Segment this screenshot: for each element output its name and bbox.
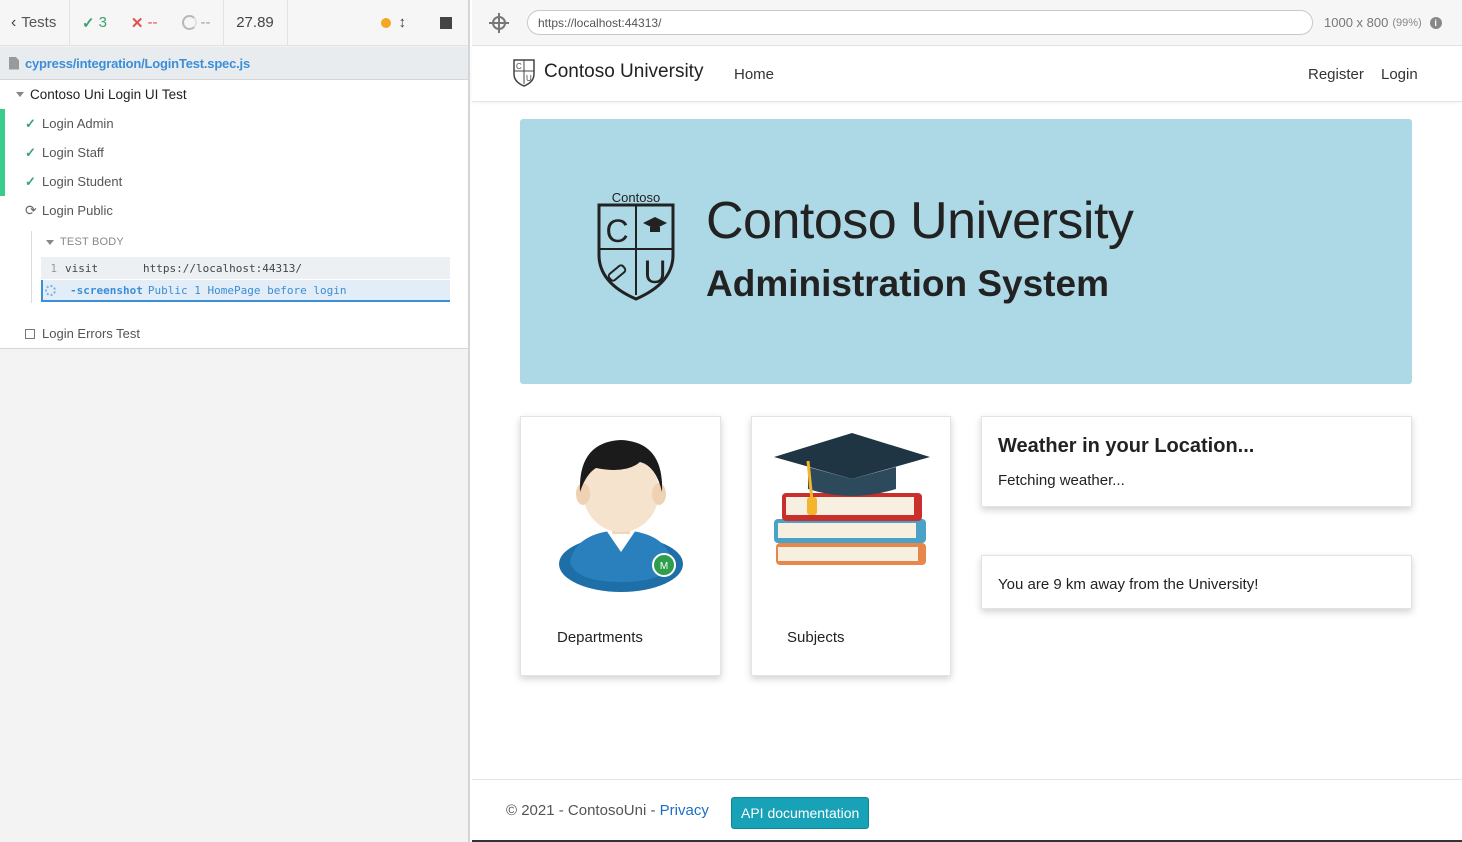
test-label: Login Public xyxy=(42,203,113,218)
brand-link[interactable]: C U Contoso University xyxy=(512,57,703,87)
distance-card: You are 9 km away from the University! xyxy=(981,555,1412,609)
tests-back-button[interactable]: ‹ Tests xyxy=(0,0,70,45)
reporter-header: ‹ Tests ✓ 3 ✕ -- -- 27.89 ↕ xyxy=(0,0,468,46)
loading-spinner-icon xyxy=(45,284,56,296)
test-body-commands: TEST BODY 1 visit https://localhost:4431… xyxy=(31,231,450,303)
info-icon[interactable]: i xyxy=(1429,16,1442,29)
failed-count: -- xyxy=(147,14,158,31)
command-name: -screenshot xyxy=(70,283,143,297)
test-item-login-student[interactable]: ✓ Login Student xyxy=(0,167,468,196)
command-message: Public 1 HomePage before login xyxy=(147,283,347,297)
pending-ring-icon xyxy=(181,15,197,30)
test-item-login-errors[interactable]: Login Errors Test xyxy=(0,319,468,348)
url-bar[interactable]: https://localhost:44313/ xyxy=(527,10,1313,35)
test-body-label: TEST BODY xyxy=(60,236,124,248)
api-documentation-button[interactable]: API documentation xyxy=(731,797,870,829)
test-list: Contoso Uni Login UI Test ✓ Login Admin … xyxy=(0,80,468,349)
test-item-login-public[interactable]: ⟳ Login Public xyxy=(0,196,468,225)
caret-down-icon xyxy=(46,239,54,245)
suite-title-label: Contoso Uni Login UI Test xyxy=(30,87,187,102)
check-icon: ✓ xyxy=(82,14,95,32)
nav-home-link[interactable]: Home xyxy=(734,66,774,83)
app-preview: C U Contoso University Home Register Log… xyxy=(472,47,1462,842)
privacy-link[interactable]: Privacy xyxy=(660,802,709,819)
auto-scroll-icon[interactable]: ↕ xyxy=(399,14,407,31)
running-status-dot-icon xyxy=(380,17,391,28)
run-duration: 27.89 xyxy=(224,0,288,45)
distance-text: You are 9 km away from the University! xyxy=(998,576,1259,593)
command-screenshot[interactable]: -screenshot Public 1 HomePage before log… xyxy=(41,280,450,302)
passed-count: 3 xyxy=(98,14,107,31)
failed-stat[interactable]: ✕ -- xyxy=(119,0,170,45)
user-avatar-icon: M xyxy=(559,440,683,592)
navbar: C U Contoso University Home Register Log… xyxy=(472,47,1462,102)
runner-controls: ↕ xyxy=(370,0,469,45)
test-label: Login Admin xyxy=(42,116,114,131)
test-item-login-admin[interactable]: ✓ Login Admin xyxy=(0,109,468,138)
pending-count: -- xyxy=(200,14,211,31)
command-message: https://localhost:44313/ xyxy=(143,261,302,275)
nav-login-link[interactable]: Login xyxy=(1381,66,1418,83)
suite-title[interactable]: Contoso Uni Login UI Test xyxy=(16,87,187,102)
command-visit[interactable]: 1 visit https://localhost:44313/ xyxy=(41,257,450,279)
passed-stat[interactable]: ✓ 3 xyxy=(70,0,119,45)
departments-card[interactable]: M Departments xyxy=(520,416,721,676)
caret-down-icon xyxy=(16,92,24,97)
svg-text:M: M xyxy=(660,561,668,572)
x-icon: ✕ xyxy=(130,14,144,32)
tests-label: Tests xyxy=(21,14,57,31)
test-label: Login Student xyxy=(42,174,123,189)
weather-status: Fetching weather... xyxy=(998,472,1125,489)
pending-stat[interactable]: -- xyxy=(170,0,223,45)
hero-subtitle: Administration System xyxy=(706,263,1109,304)
crest-word: Contoso xyxy=(612,191,660,205)
weather-card: Weather in your Location... Fetching wea… xyxy=(981,416,1412,507)
run-stats: ✓ 3 ✕ -- -- xyxy=(70,0,224,45)
crest-logo-icon: C U xyxy=(513,59,535,87)
viewport-scale: (99%) xyxy=(1392,16,1422,29)
command-number: 1 xyxy=(50,261,57,275)
test-body-header[interactable]: TEST BODY xyxy=(46,236,124,248)
viewport-info: 1000 x 800 (99%) i xyxy=(1324,15,1442,30)
footer-text: © 2021 - ContosoUni - xyxy=(506,802,660,819)
svg-text:C: C xyxy=(516,62,522,71)
test-label: Login Staff xyxy=(42,145,104,160)
chevron-left-icon: ‹ xyxy=(11,13,17,31)
crest-letter-u: U xyxy=(643,254,666,290)
file-icon xyxy=(9,56,19,70)
books-graduation-cap-icon xyxy=(774,433,930,565)
nav-register-link[interactable]: Register xyxy=(1308,66,1364,83)
command-name: visit xyxy=(65,261,99,275)
stop-icon[interactable] xyxy=(440,16,452,29)
cypress-reporter: ‹ Tests ✓ 3 ✕ -- -- 27.89 ↕ cypress/inte… xyxy=(0,0,470,842)
browser-toolbar: https://localhost:44313/ 1000 x 800 (99%… xyxy=(472,0,1462,46)
departments-label: Departments xyxy=(557,629,643,646)
spec-file-bar: cypress/integration/LoginTest.spec.js xyxy=(0,47,468,80)
pending-square-icon xyxy=(25,328,35,339)
crest-letter-c: C xyxy=(605,213,628,249)
subjects-label: Subjects xyxy=(787,629,845,646)
check-icon: ✓ xyxy=(25,115,36,131)
subjects-card[interactable]: Subjects xyxy=(751,416,951,676)
test-item-login-staff[interactable]: ✓ Login Staff xyxy=(0,138,468,167)
test-label: Login Errors Test xyxy=(42,326,141,341)
viewport-size: 1000 x 800 xyxy=(1324,15,1389,30)
hero-banner: Contoso C U Contoso University Administr… xyxy=(520,119,1412,384)
refresh-icon: ⟳ xyxy=(25,202,37,218)
footer-copyright: © 2021 - ContosoUni - Privacy xyxy=(506,802,709,819)
footer: © 2021 - ContosoUni - Privacy API docume… xyxy=(472,779,1462,842)
brand-name: Contoso University xyxy=(544,61,704,82)
check-icon: ✓ xyxy=(25,173,36,189)
university-crest-icon: Contoso C U xyxy=(597,191,675,301)
hero-title: Contoso University xyxy=(706,192,1134,250)
check-icon: ✓ xyxy=(25,144,36,160)
weather-title: Weather in your Location... xyxy=(998,435,1255,457)
selector-playground-icon[interactable] xyxy=(489,12,509,33)
spec-path-link[interactable]: cypress/integration/LoginTest.spec.js xyxy=(25,56,250,71)
svg-text:U: U xyxy=(526,74,532,83)
